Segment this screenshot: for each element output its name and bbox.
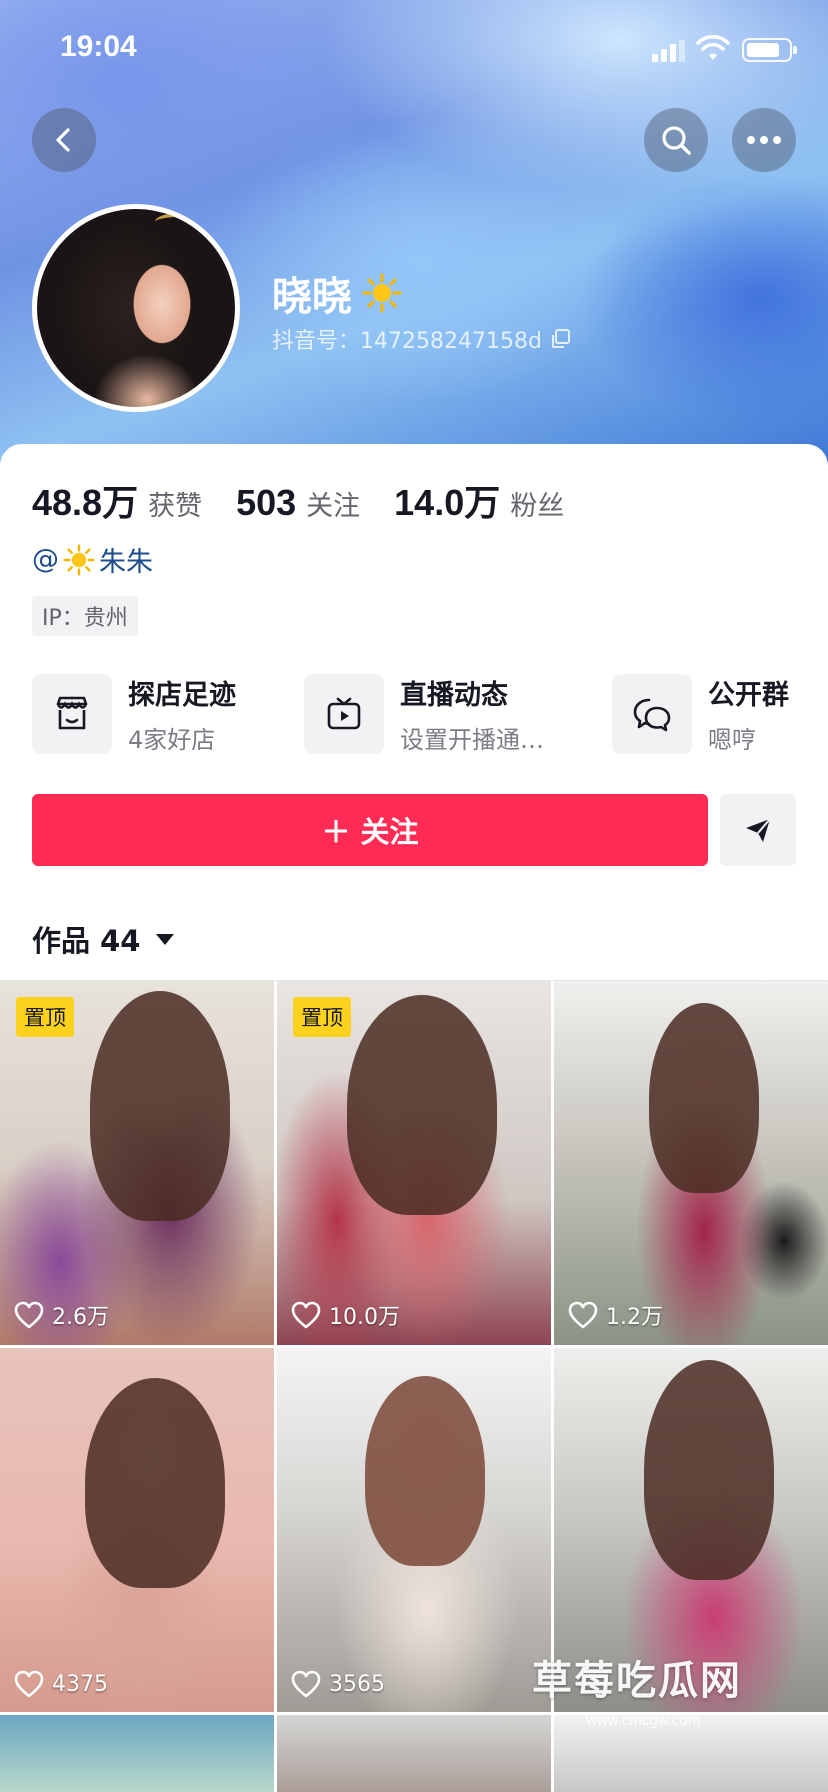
search-icon (662, 126, 691, 155)
stat-value: 503 (236, 482, 297, 523)
pinned-badge: 置顶 (293, 997, 351, 1037)
like-count: 4375 (52, 1671, 108, 1697)
douyin-id-row[interactable]: 抖音号：147258247158d (272, 323, 572, 355)
profile-name-row: 晓晓 (272, 264, 402, 322)
shortcut-live-updates[interactable]: 直播动态 设置开播通… (304, 674, 544, 754)
shortcut-icon-box (612, 674, 692, 754)
stat-followers[interactable]: 14.0万 粉丝 (394, 474, 564, 526)
video-thumbnail[interactable]: 3565 (277, 1348, 551, 1712)
like-count: 1.2万 (606, 1305, 663, 1330)
stat-likes[interactable]: 48.8万 获赞 (32, 474, 202, 526)
store-icon (56, 696, 88, 730)
shortcut-icon-box (304, 674, 384, 754)
profile-name: 晓晓 (272, 274, 352, 320)
shortcut-public-group[interactable]: 公开群 嗯哼 (612, 674, 789, 754)
follow-button[interactable]: ＋ 关注 (32, 794, 708, 866)
like-count-row: 2.6万 (14, 1299, 109, 1331)
video-thumbnail[interactable]: 4375 (0, 1348, 274, 1712)
mention-name: 朱朱 (99, 547, 153, 578)
mention-at: @ (32, 544, 59, 575)
shortcut-icon-box (32, 674, 112, 754)
video-thumbnail[interactable]: 置顶 10.0万 (277, 981, 551, 1345)
like-count: 10.0万 (329, 1305, 400, 1330)
douyin-id: 抖音号：147258247158d (272, 329, 542, 354)
mention-link[interactable]: @ 朱朱 (32, 540, 153, 579)
ip-location-tag: IP：贵州 (32, 596, 138, 636)
like-count-row: 4375 (14, 1670, 108, 1698)
copy-icon[interactable] (550, 328, 572, 350)
like-count-row: 1.2万 (568, 1299, 663, 1331)
shortcut-title: 公开群 (708, 680, 789, 711)
profile-info-sheet: 48.8万 获赞 503 关注 14.0万 粉丝 @ 朱朱 IP：贵州 探店足迹… (0, 444, 828, 1792)
status-bar: 19:04 (0, 0, 828, 100)
video-thumbnail[interactable]: 1.2万 (554, 981, 828, 1345)
like-count: 2.6万 (52, 1305, 109, 1330)
battery-icon (742, 38, 797, 62)
shortcut-subtitle: 嗯哼 (708, 726, 756, 754)
works-tab[interactable]: 作品 44 (32, 918, 175, 960)
works-tab-label: 作品 44 (32, 924, 141, 958)
heart-icon (568, 1301, 598, 1329)
heart-icon (291, 1670, 321, 1698)
caret-down-icon (156, 933, 175, 945)
pinned-badge: 置顶 (16, 997, 74, 1037)
shortcut-store-visits[interactable]: 探店足迹 4家好店 (32, 674, 236, 754)
shortcut-title: 直播动态 (400, 680, 508, 711)
like-count: 3565 (329, 1671, 385, 1697)
stat-value: 48.8万 (32, 482, 139, 523)
sun-emoji-icon (63, 543, 95, 576)
stat-value: 14.0万 (394, 482, 501, 523)
watermark-url: www.cmcgw.com (586, 1712, 701, 1729)
wifi-icon (696, 35, 730, 60)
like-count-row: 3565 (291, 1670, 385, 1698)
share-button[interactable] (720, 794, 796, 866)
video-thumbnail[interactable]: 置顶 2.6万 (0, 981, 274, 1345)
shortcut-subtitle: 4家好店 (128, 726, 216, 754)
shortcut-subtitle: 设置开播通… (400, 726, 544, 754)
watermark-text: 草莓吃瓜网 (532, 1658, 742, 1704)
like-count-row: 10.0万 (291, 1299, 400, 1331)
stat-following[interactable]: 503 关注 (236, 482, 360, 524)
shortcut-title: 探店足迹 (128, 680, 236, 711)
sun-emoji-icon (362, 273, 402, 313)
back-button[interactable] (32, 108, 96, 172)
tv-icon (327, 697, 361, 730)
stat-label: 粉丝 (510, 491, 565, 522)
more-dots-icon (747, 136, 781, 144)
chevron-left-icon (56, 128, 70, 152)
search-button[interactable] (644, 108, 708, 172)
send-icon (746, 818, 771, 842)
more-options-button[interactable] (732, 108, 796, 172)
profile-stats: 48.8万 获赞 503 关注 14.0万 粉丝 (32, 474, 598, 526)
stat-label: 获赞 (148, 491, 203, 522)
stat-label: 关注 (306, 491, 361, 522)
heart-icon (291, 1301, 321, 1329)
status-time: 19:04 (60, 30, 137, 63)
chat-group-icon (633, 698, 671, 732)
video-thumbnail[interactable] (0, 1715, 274, 1792)
video-grid: 置顶 2.6万 置顶 10.0万 1.2万 4375 3565 (0, 980, 828, 1792)
video-thumbnail[interactable] (277, 1715, 551, 1792)
profile-avatar[interactable] (32, 204, 240, 412)
cellular-signal-icon (652, 38, 686, 62)
heart-icon (14, 1670, 44, 1698)
follow-label: ＋ 关注 (321, 815, 419, 849)
heart-icon (14, 1301, 44, 1329)
